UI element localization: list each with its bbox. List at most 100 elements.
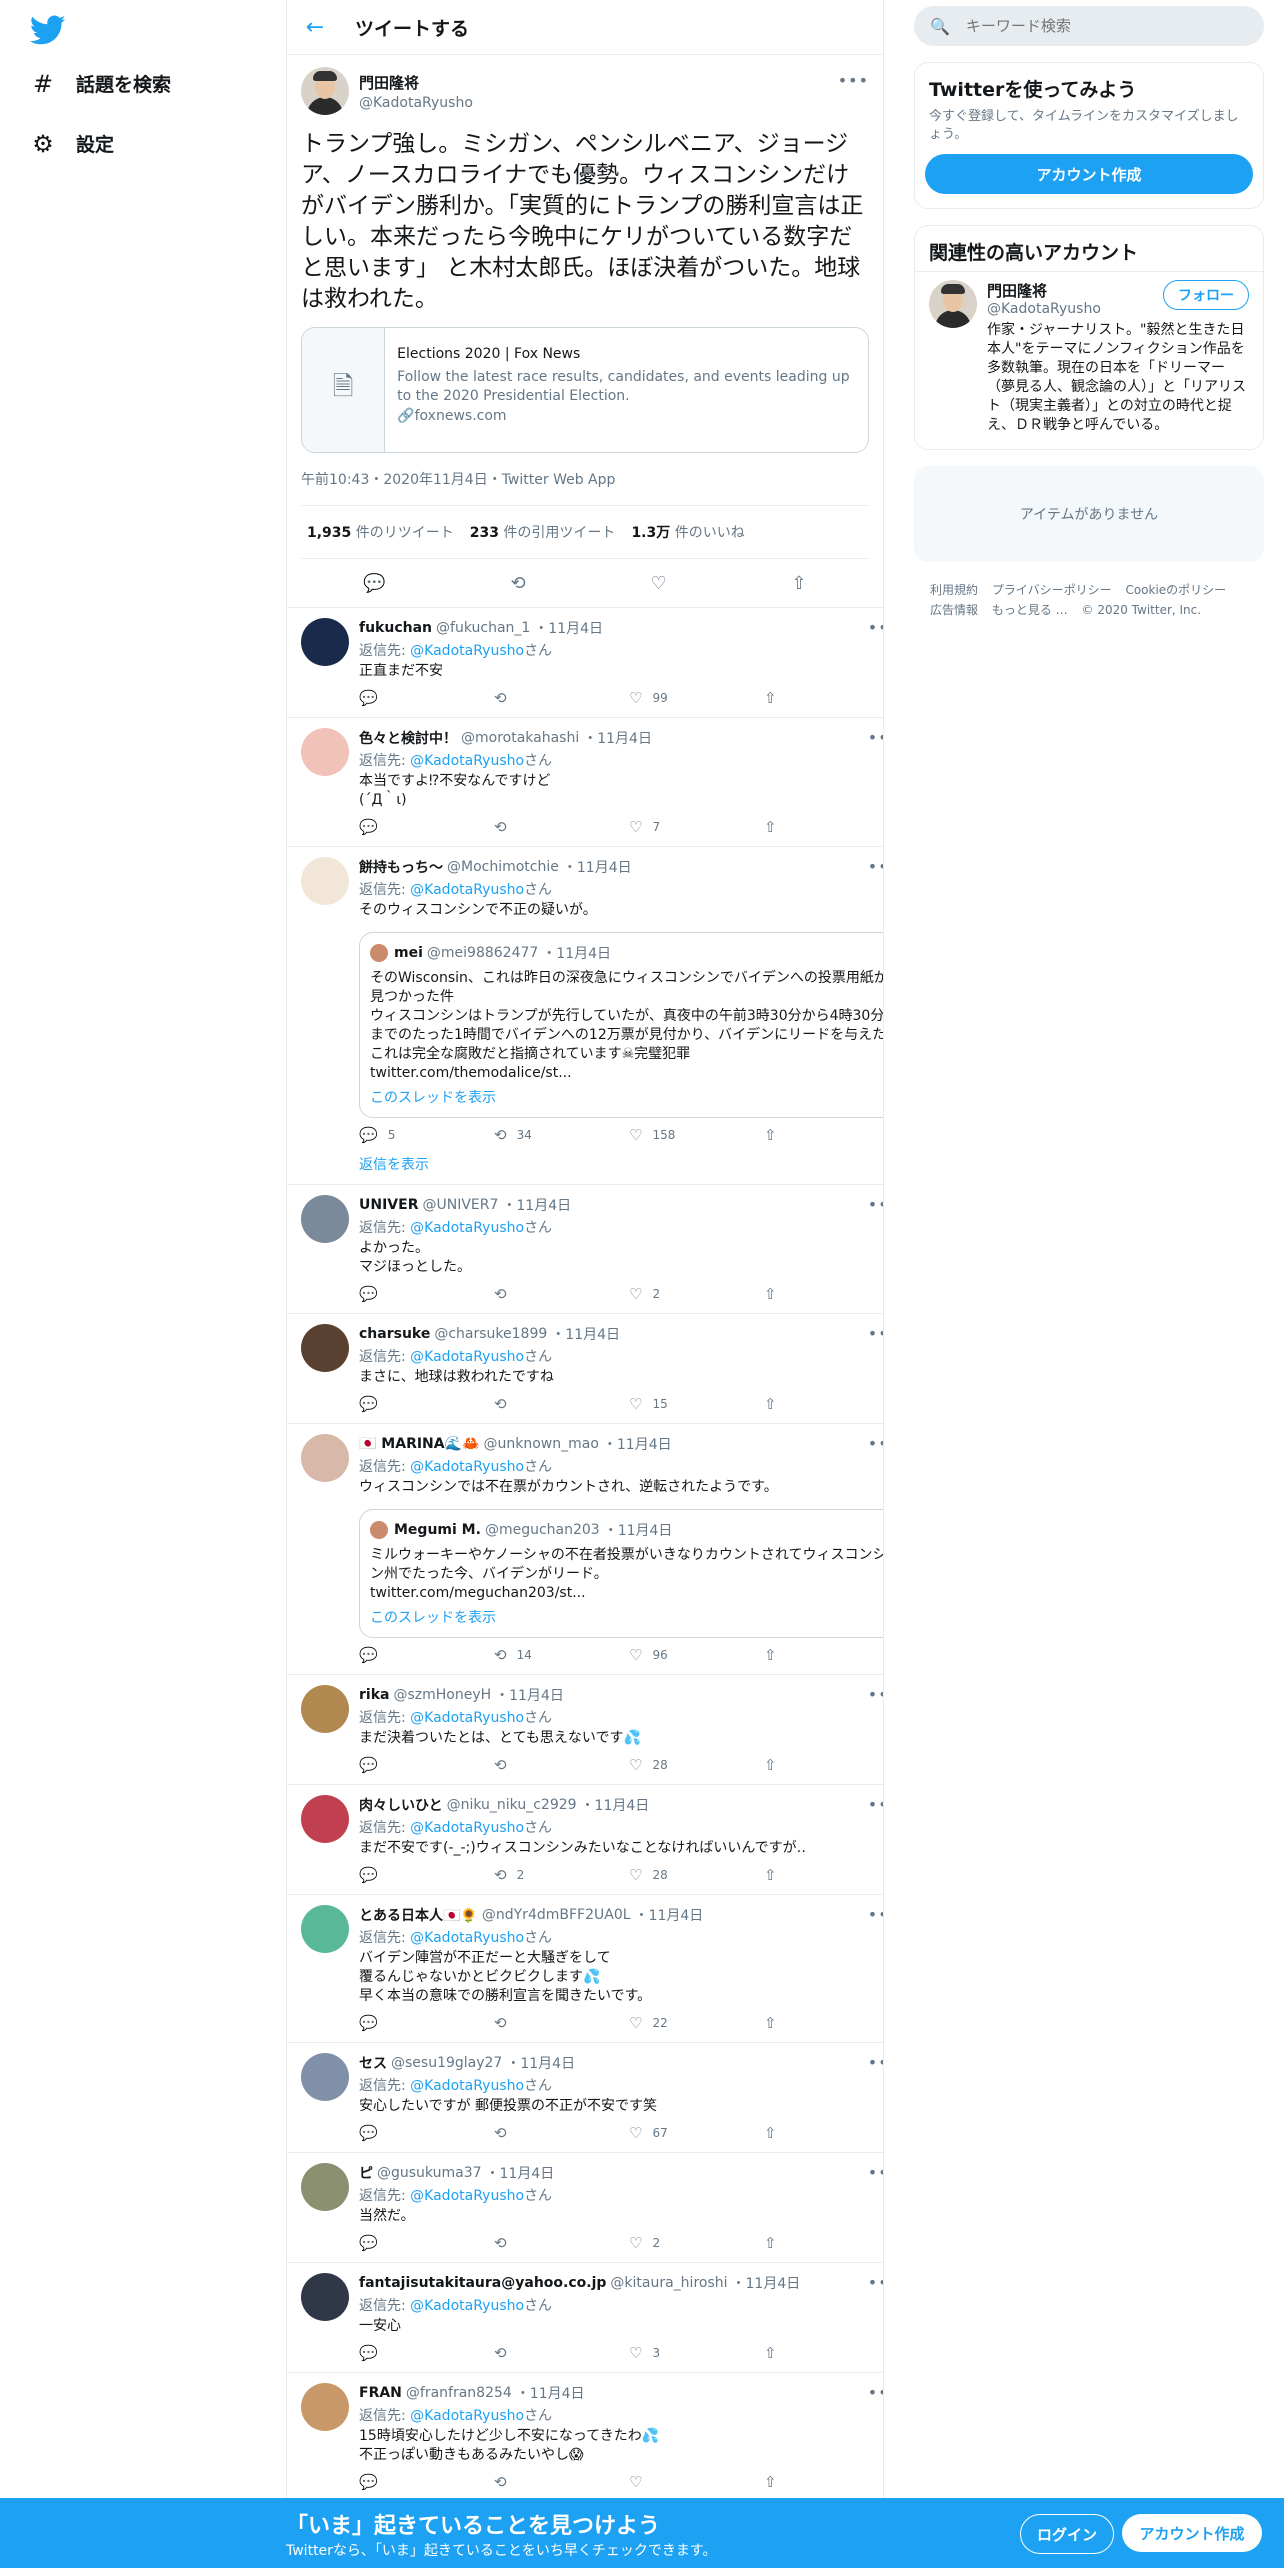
reply-date[interactable]: ・11月4日 — [506, 2053, 575, 2073]
reply-date[interactable]: ・11月4日 — [732, 2273, 801, 2293]
back-arrow-icon[interactable]: ← — [303, 15, 327, 40]
more-options-icon[interactable]: ••• — [868, 1795, 883, 1814]
reply-tweet[interactable]: 色々と検討中！ @morotakahashi ・11月4日 ••• 返信先: @… — [287, 718, 883, 847]
reply-author-name[interactable]: 餅持もっち〜 — [359, 857, 443, 877]
retweet-button[interactable]: ⟲ — [494, 2473, 629, 2491]
avatar[interactable] — [301, 2163, 349, 2211]
retweet-button[interactable]: ⟲ 34 — [494, 1126, 629, 1144]
mention-link[interactable]: @KadotaRyusho — [410, 2188, 524, 2204]
avatar[interactable] — [301, 618, 349, 666]
share-button[interactable]: ⇧ — [764, 1395, 883, 1413]
more-options-icon[interactable]: ••• — [838, 71, 869, 90]
reply-author-name[interactable]: fantajisutakitaura@yahoo.co.jp — [359, 2275, 606, 2291]
mention-link[interactable]: @KadotaRyusho — [410, 1459, 524, 1475]
reply-author-handle[interactable]: @unknown_mao — [483, 1436, 598, 1452]
retweet-button[interactable]: ⟲ — [494, 2124, 629, 2142]
reply-author-name[interactable]: 🇯🇵 MARINA🌊🦀 — [359, 1436, 479, 1452]
avatar[interactable] — [301, 1324, 349, 1372]
reply-tweet[interactable]: charsuke @charsuke1899 ・11月4日 ••• 返信先: @… — [287, 1314, 883, 1424]
nav-settings[interactable]: ⚙ 設定 — [30, 130, 114, 158]
more-options-icon[interactable]: ••• — [868, 728, 883, 747]
show-thread-link[interactable]: このスレッドを表示 — [370, 1087, 883, 1107]
share-button[interactable]: ⇧ — [764, 1646, 883, 1664]
more-options-icon[interactable]: ••• — [868, 2053, 883, 2072]
retweet-button[interactable]: ⟲ — [494, 818, 629, 836]
mention-link[interactable]: @KadotaRyusho — [410, 2298, 524, 2314]
mention-link[interactable]: @KadotaRyusho — [410, 1220, 524, 1236]
share-button[interactable]: ⇧ — [764, 2344, 883, 2362]
reply-author-handle[interactable]: @sesu19glay27 — [391, 2055, 502, 2071]
like-button[interactable]: ♡ 99 — [629, 689, 764, 707]
reply-button[interactable]: 💬 — [359, 818, 494, 836]
reply-author-handle[interactable]: @morotakahashi — [461, 730, 579, 746]
avatar[interactable] — [301, 67, 349, 115]
reply-author-handle[interactable]: @niku_niku_c2929 — [447, 1797, 577, 1813]
retweet-button[interactable]: ⟲ — [494, 1756, 629, 1774]
reply-date[interactable]: ・11月4日 — [581, 1795, 650, 1815]
share-button[interactable]: ⇧ — [764, 1866, 883, 1884]
footer-link[interactable]: プライバシーポリシー — [992, 583, 1112, 597]
avatar[interactable] — [301, 1195, 349, 1243]
reply-date[interactable]: ・11月4日 — [563, 857, 632, 877]
reply-author-handle[interactable]: @Mochimotchie — [447, 859, 559, 875]
reply-date[interactable]: ・11月4日 — [502, 1195, 571, 1215]
footer-link[interactable]: 利用規約 — [930, 583, 978, 597]
signup-button[interactable]: アカウント作成 — [1122, 2514, 1262, 2552]
reply-button[interactable]: 💬 — [359, 1646, 494, 1664]
avatar[interactable] — [301, 728, 349, 776]
mention-link[interactable]: @KadotaRyusho — [410, 1710, 524, 1726]
tweet-meta[interactable]: 午前10:43・2020年11月4日・Twitter Web App — [301, 469, 869, 506]
like-button[interactable]: ♡ — [629, 2473, 764, 2491]
like-button[interactable]: ♡ 96 — [629, 1646, 764, 1664]
mention-link[interactable]: @KadotaRyusho — [410, 753, 524, 769]
reply-button[interactable]: 💬 — [359, 1395, 494, 1413]
reply-button[interactable]: 💬 — [359, 2014, 494, 2032]
reply-date[interactable]: ・11月4日 — [516, 2383, 585, 2403]
reply-button[interactable]: 💬 — [359, 1866, 494, 1884]
avatar[interactable] — [929, 280, 977, 328]
follow-button[interactable]: フォロー — [1163, 280, 1249, 310]
share-button[interactable]: ⇧ — [764, 818, 883, 836]
reply-tweet[interactable]: FRAN @franfran8254 ・11月4日 ••• 返信先: @Kado… — [287, 2373, 883, 2502]
like-button[interactable]: ♡ 7 — [629, 818, 764, 836]
avatar[interactable] — [301, 2053, 349, 2101]
share-button[interactable]: ⇧ — [764, 689, 883, 707]
mention-link[interactable]: @KadotaRyusho — [410, 643, 524, 659]
author-handle[interactable]: @KadotaRyusho — [359, 95, 473, 111]
more-options-icon[interactable]: ••• — [868, 2163, 883, 2182]
reply-tweet[interactable]: ピ @gusukuma37 ・11月4日 ••• 返信先: @KadotaRyu… — [287, 2153, 883, 2263]
share-icon[interactable]: ⇧ — [792, 573, 807, 594]
reply-date[interactable]: ・11月4日 — [495, 1685, 564, 1705]
more-options-icon[interactable]: ••• — [868, 1195, 883, 1214]
reply-author-handle[interactable]: @franfran8254 — [406, 2385, 512, 2401]
reply-button[interactable]: 💬 — [359, 689, 494, 707]
reply-button[interactable]: 💬 5 — [359, 1126, 494, 1144]
more-options-icon[interactable]: ••• — [868, 1685, 883, 1704]
avatar[interactable] — [301, 857, 349, 905]
reply-button[interactable]: 💬 — [359, 2344, 494, 2362]
share-button[interactable]: ⇧ — [764, 2234, 883, 2252]
reply-author-name[interactable]: ピ — [359, 2163, 373, 2183]
reply-date[interactable]: ・11月4日 — [534, 618, 603, 638]
reply-button[interactable]: 💬 — [359, 1285, 494, 1303]
retweet-button[interactable]: ⟲ — [494, 2014, 629, 2032]
retweet-button[interactable]: ⟲ 2 — [494, 1866, 629, 1884]
author-name[interactable]: 門田隆将 — [359, 72, 473, 93]
avatar[interactable] — [301, 1434, 349, 1482]
reply-tweet[interactable]: rika @szmHoneyH ・11月4日 ••• 返信先: @KadotaR… — [287, 1675, 883, 1785]
footer-link[interactable]: Cookieのポリシー — [1125, 583, 1226, 597]
share-button[interactable]: ⇧ — [764, 1126, 883, 1144]
reply-date[interactable]: ・11月4日 — [583, 728, 652, 748]
mention-link[interactable]: @KadotaRyusho — [410, 2408, 524, 2424]
share-button[interactable]: ⇧ — [764, 2014, 883, 2032]
share-button[interactable]: ⇧ — [764, 1756, 883, 1774]
more-options-icon[interactable]: ••• — [868, 618, 883, 637]
like-button[interactable]: ♡ 28 — [629, 1756, 764, 1774]
reply-button[interactable]: 💬 — [359, 2473, 494, 2491]
more-options-icon[interactable]: ••• — [868, 2383, 883, 2402]
avatar[interactable] — [301, 2383, 349, 2431]
reply-button[interactable]: 💬 — [359, 2124, 494, 2142]
retweets-stat[interactable]: 1,935 件のリツイート — [307, 522, 454, 542]
mention-link[interactable]: @KadotaRyusho — [410, 1349, 524, 1365]
reply-date[interactable]: ・11月4日 — [603, 1434, 672, 1454]
